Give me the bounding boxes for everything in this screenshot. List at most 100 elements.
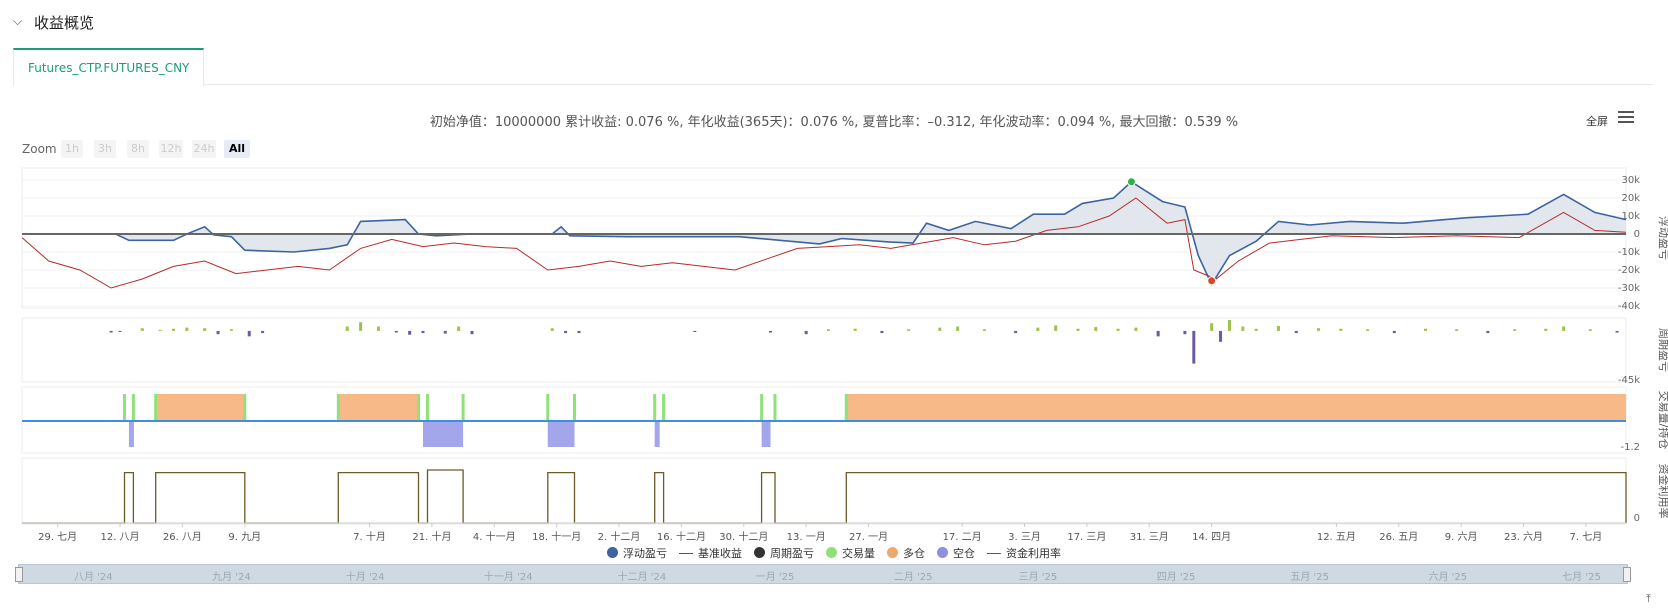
period-pnl-bar — [443, 330, 447, 334]
backtest-chart[interactable]: 30k20k10k0-10k-20k-30k-40k浮动盈亏-45k周期盈亏-1… — [0, 166, 1668, 541]
y-tick-label: 30k — [1621, 175, 1640, 186]
zoom-button-24h[interactable]: 24h — [192, 140, 216, 158]
period-pnl-bar — [394, 330, 398, 333]
period-pnl-bar — [1455, 329, 1459, 331]
volume-bar — [461, 394, 465, 421]
period-pnl-bar — [1156, 330, 1160, 337]
legend-marker — [937, 547, 948, 558]
volume-bar — [243, 394, 247, 421]
navigator-month-label: 七月 '25 — [1562, 572, 1601, 583]
legend-item[interactable]: 浮动盈亏 — [607, 545, 667, 561]
period-pnl-bar — [408, 330, 412, 335]
period-pnl-bar — [457, 326, 461, 331]
extreme-marker — [1126, 177, 1136, 187]
navigator-left-handle[interactable] — [15, 567, 23, 582]
x-tick-label: 17. 三月 — [1067, 531, 1106, 541]
navigator-month-label: 三月 '25 — [1018, 572, 1058, 583]
volume-bar — [844, 394, 848, 421]
zoom-button-All[interactable]: All — [224, 140, 250, 158]
legend-item[interactable]: 多仓 — [887, 545, 925, 561]
volume-bar — [131, 394, 135, 421]
period-pnl-bar — [1366, 329, 1370, 331]
x-tick-label: 2. 十二月 — [598, 530, 641, 541]
y-tick-label: -30k — [1618, 283, 1640, 294]
chart-panel-frame — [21, 457, 1627, 525]
legend-item[interactable]: 资金利用率 — [987, 545, 1061, 561]
period-pnl-bar — [982, 329, 986, 331]
period-pnl-bar — [1615, 330, 1619, 333]
navigator-right-handle[interactable] — [1623, 567, 1631, 582]
volume-bar — [760, 394, 764, 421]
volume-bar — [336, 394, 340, 421]
zoom-button-3h[interactable]: 3h — [94, 140, 116, 158]
navigator-month-label: 四月 '25 — [1156, 572, 1196, 583]
legend-label: 空仓 — [953, 547, 975, 560]
legend-label: 周期盈亏 — [770, 547, 814, 560]
period-pnl-bar — [1116, 328, 1120, 331]
menu-icon[interactable] — [1618, 111, 1634, 125]
period-pnl-bar — [359, 322, 363, 331]
period-pnl-bar — [550, 328, 554, 331]
panel-title: 周期盈亏 — [1657, 328, 1668, 372]
y-tick-label: 0 — [1634, 229, 1640, 240]
period-pnl-bar — [1183, 330, 1187, 335]
navigator-month-label: 十月 '24 — [345, 572, 385, 583]
navigator-month-label: 九月 '24 — [212, 572, 251, 583]
period-pnl-bar — [880, 330, 884, 334]
x-tick-label: 26. 八月 — [163, 531, 202, 541]
period-pnl-bar — [421, 330, 425, 334]
volume-bar — [154, 394, 158, 421]
navigator-month-label: 六月 '25 — [1428, 572, 1468, 583]
volume-bar — [773, 394, 777, 421]
scroll-top-icon[interactable]: ⤒ — [1646, 592, 1651, 606]
navigator-month-label: 二月 '25 — [893, 572, 933, 583]
y-tick-label: 0 — [1634, 513, 1640, 524]
legend-label: 基准收益 — [698, 547, 742, 560]
legend-item[interactable]: 基准收益 — [679, 545, 742, 561]
fullscreen-button[interactable]: 全屏 — [1586, 113, 1608, 129]
zoom-button-12h[interactable]: 12h — [159, 140, 183, 158]
short-position-block — [423, 421, 464, 447]
period-pnl-bar — [185, 327, 189, 331]
x-tick-label: 30. 十二月 — [719, 530, 768, 541]
x-tick-label: 27. 一月 — [849, 531, 888, 541]
x-tick-label: 3. 三月 — [1008, 531, 1041, 541]
y-tick-label: 20k — [1621, 193, 1640, 204]
volume-bar — [122, 394, 126, 421]
legend-label: 资金利用率 — [1006, 547, 1061, 560]
period-pnl-bar — [118, 330, 122, 332]
x-tick-label: 31. 三月 — [1130, 531, 1169, 541]
period-pnl-bar — [1544, 328, 1548, 331]
period-pnl-bar — [140, 328, 144, 331]
volume-bar — [653, 394, 657, 421]
x-tick-label: 21. 十月 — [412, 530, 451, 541]
range-navigator[interactable]: 八月 '24 九月 '24 十月 '24 十一月 '24 十二月 '24 一月 '25 二月… — [15, 564, 1631, 584]
legend-marker — [754, 547, 765, 558]
legend-item[interactable]: 周期盈亏 — [754, 545, 814, 561]
zoom-button-8h[interactable]: 8h — [127, 140, 149, 158]
chevron-down-icon[interactable]: ⌵ — [13, 14, 22, 29]
period-pnl-bar — [1094, 327, 1098, 331]
period-pnl-bar — [1134, 327, 1138, 331]
extreme-marker — [1207, 276, 1217, 286]
x-tick-label: 23. 六月 — [1504, 531, 1543, 541]
short-position-block — [128, 421, 134, 447]
period-pnl-bar — [769, 330, 773, 333]
y-tick-label: -45k — [1618, 375, 1640, 386]
period-pnl-bar — [693, 330, 697, 332]
zoom-button-1h[interactable]: 1h — [61, 140, 83, 158]
period-pnl-bar — [1562, 326, 1566, 331]
y-tick-label: -10k — [1618, 247, 1640, 258]
period-pnl-bar — [804, 330, 808, 335]
tab-futures-ctp[interactable]: Futures_CTP.FUTURES_CNY — [13, 48, 205, 86]
panel-title: 资金利用率 — [1657, 464, 1668, 519]
legend-item[interactable]: 交易量 — [826, 545, 875, 561]
period-pnl-bar — [229, 329, 233, 331]
panel-title: 交易量/持仓 — [1657, 391, 1668, 450]
section-header[interactable]: ⌵ 收益概览 — [0, 0, 1668, 44]
performance-summary: 初始净值：10000000 累计收益: 0.076 %, 年化收益(365天)：… — [429, 115, 1239, 130]
period-pnl-bar — [1339, 328, 1343, 331]
period-pnl-bar — [1054, 325, 1058, 331]
legend-item[interactable]: 空仓 — [937, 545, 975, 561]
period-pnl-bar — [171, 328, 175, 331]
